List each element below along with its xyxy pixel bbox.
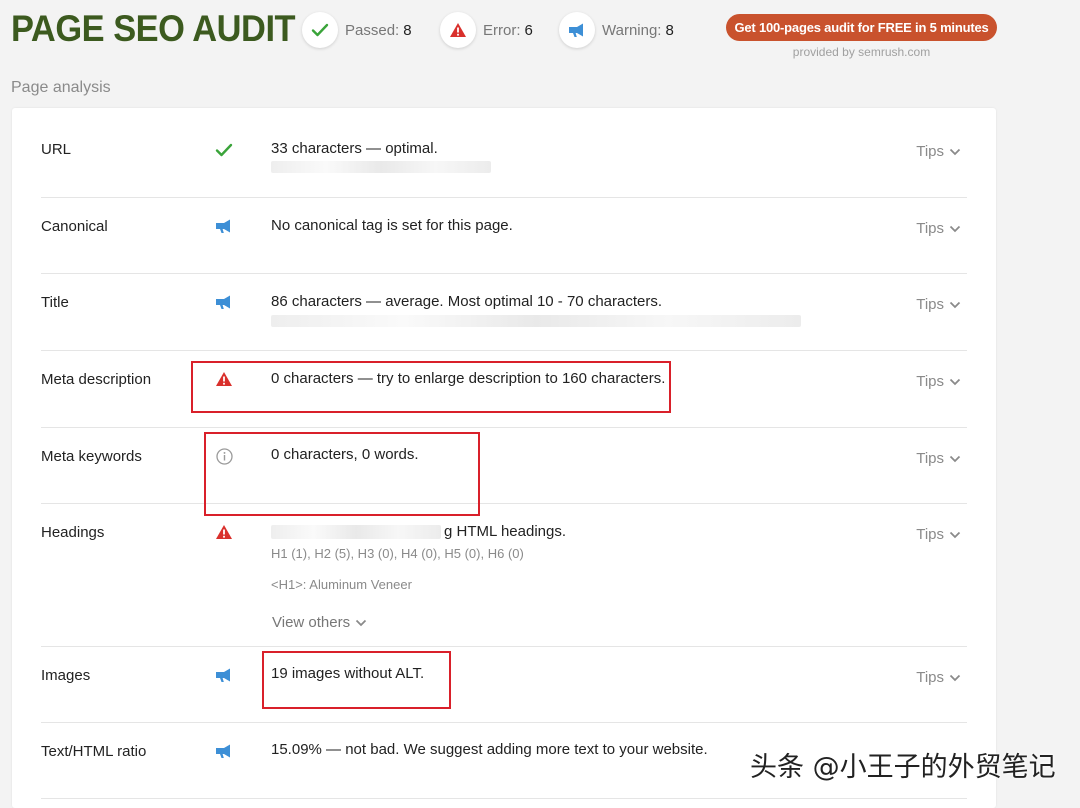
error-count: 6 [524, 21, 533, 39]
row-text: 86 characters — average. Most optimal 10… [271, 293, 663, 310]
warning-triangle-icon [440, 12, 476, 48]
passed-stat: Passed: 8 [302, 12, 412, 48]
table-row: Meta keywords 0 characters, 0 words. Tip… [41, 427, 967, 504]
blurred-url [271, 161, 491, 173]
passed-count: 8 [403, 21, 412, 39]
watermark-text: 头条 @小王子的外贸笔记 [750, 752, 1056, 783]
view-others-link[interactable]: View others [272, 613, 367, 631]
tips-label: Tips [916, 142, 944, 160]
analysis-card: URL 33 characters — optimal. Tips Canoni… [12, 108, 996, 808]
chevron-down-icon [949, 143, 961, 160]
row-text: 33 characters — optimal. [271, 140, 438, 157]
view-others-label: View others [272, 613, 351, 631]
row-label: Meta description [41, 371, 152, 388]
highlight-box-images [262, 651, 451, 709]
chevron-down-icon [949, 373, 961, 390]
chevron-down-icon [949, 450, 961, 467]
tips-toggle[interactable]: Tips [916, 295, 961, 313]
tips-toggle[interactable]: Tips [916, 142, 961, 160]
megaphone-icon [215, 666, 233, 684]
tips-toggle[interactable]: Tips [916, 372, 961, 390]
check-icon [215, 141, 233, 159]
blurred-heading-text [271, 525, 441, 539]
row-label: Headings [41, 524, 105, 541]
row-label: Canonical [41, 218, 108, 235]
highlight-box-meta-keywords [204, 432, 480, 516]
blurred-title [271, 315, 801, 327]
row-label: URL [41, 141, 72, 158]
table-row: Images 19 images without ALT. Tips [41, 646, 967, 723]
tips-toggle[interactable]: Tips [916, 525, 961, 543]
tips-label: Tips [916, 295, 944, 313]
warning-count: 8 [665, 21, 674, 39]
chevron-down-icon [949, 526, 961, 543]
provided-by-text: provided by semrush.com [792, 45, 931, 59]
chevron-down-icon [949, 669, 961, 686]
tips-label: Tips [916, 668, 944, 686]
megaphone-icon [215, 293, 233, 311]
chevron-down-icon [355, 614, 367, 631]
table-row: Title 86 characters — average. Most opti… [41, 273, 967, 351]
row-text: 15.09% — not bad. We suggest adding more… [271, 741, 708, 758]
passed-label: Passed: [345, 21, 400, 39]
chevron-down-icon [949, 296, 961, 313]
section-label: Page analysis [11, 79, 111, 96]
highlight-box-meta-description [191, 361, 671, 413]
megaphone-icon [559, 12, 595, 48]
megaphone-icon [215, 742, 233, 760]
error-stat: Error: 6 [440, 12, 533, 48]
row-label: Text/HTML ratio [41, 743, 147, 760]
warning-triangle-icon [215, 523, 233, 541]
warning-label: Warning: [602, 21, 662, 39]
table-row: Headings g HTML headings. H1 (1), H2 (5)… [41, 503, 967, 647]
error-label: Error: [483, 21, 521, 39]
row-label: Meta keywords [41, 448, 142, 465]
row-text: No canonical tag is set for this page. [271, 217, 513, 234]
table-row: URL 33 characters — optimal. Tips [41, 108, 967, 198]
tips-label: Tips [916, 372, 944, 390]
table-row: Canonical No canonical tag is set for th… [41, 197, 967, 274]
audit-header: PAGE SEO AUDIT Passed: 8 Error: 6 Warnin… [0, 0, 1080, 110]
tips-toggle[interactable]: Tips [916, 668, 961, 686]
free-audit-button[interactable]: Get 100-pages audit for FREE in 5 minute… [726, 14, 997, 41]
chevron-down-icon [949, 220, 961, 237]
h1-text: <H1>: Aluminum Veneer [271, 577, 412, 592]
tips-label: Tips [916, 525, 944, 543]
tips-label: Tips [916, 219, 944, 237]
page-title: PAGE SEO AUDIT [11, 8, 296, 49]
row-text: g HTML headings. [444, 523, 567, 540]
tips-label: Tips [916, 449, 944, 467]
tips-toggle[interactable]: Tips [916, 449, 961, 467]
check-icon [302, 12, 338, 48]
megaphone-icon [215, 217, 233, 235]
row-label: Images [41, 667, 91, 684]
row-label: Title [41, 294, 69, 311]
tips-toggle[interactable]: Tips [916, 219, 961, 237]
headings-counts: H1 (1), H2 (5), H3 (0), H4 (0), H5 (0), … [271, 546, 524, 561]
warning-stat: Warning: 8 [559, 12, 674, 48]
